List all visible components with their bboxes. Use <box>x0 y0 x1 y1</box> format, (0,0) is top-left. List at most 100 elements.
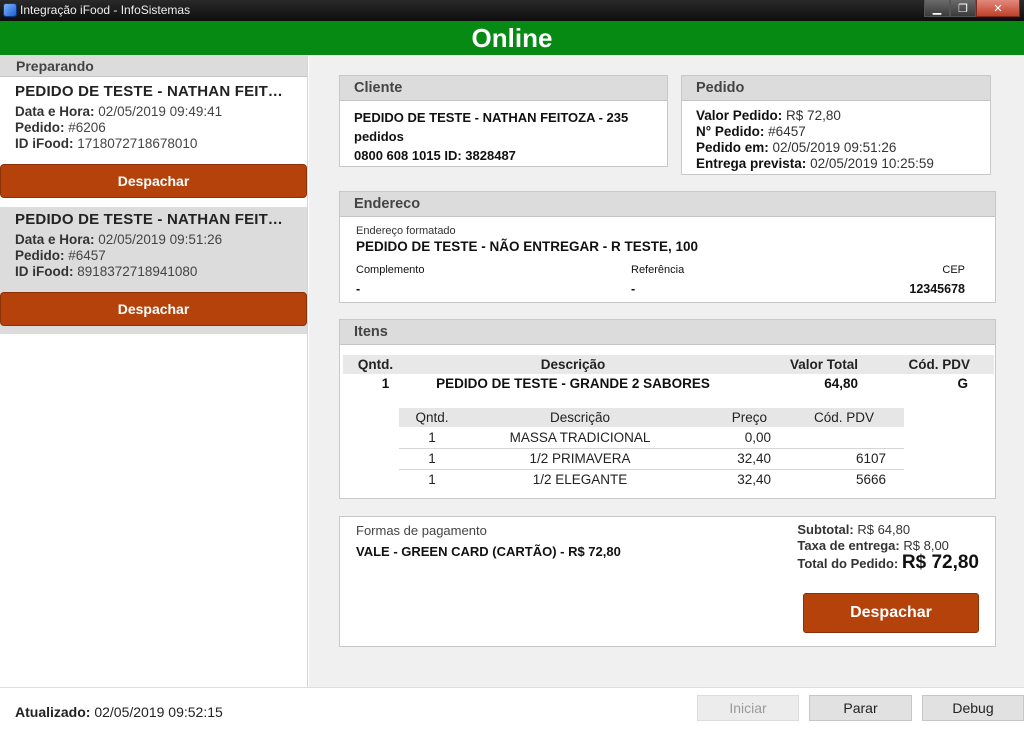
address-body: Endereço formatado PEDIDO DE TESTE - NÃO… <box>340 217 995 300</box>
client-panel: Cliente PEDIDO DE TESTE - NATHAN FEITOZA… <box>339 75 668 167</box>
order-title: PEDIDO DE TESTE - NATHAN FEITOZA <box>15 211 300 228</box>
debug-button[interactable]: Debug <box>922 695 1024 721</box>
order-totals: Subtotal: R$ 64,80 Taxa de entrega: R$ 8… <box>797 522 979 574</box>
order-datetime-label: Data e Hora: <box>15 104 95 119</box>
subtotal-line: Subtotal: R$ 64,80 <box>797 522 979 537</box>
order-number-detail-text: #6457 <box>768 124 806 139</box>
order-delivery: Entrega prevista: 02/05/2019 10:25:59 <box>696 156 976 172</box>
order-datetime-value: 02/05/2019 09:49:41 <box>98 104 223 119</box>
subtotal-label: Subtotal: <box>797 522 854 537</box>
order-detail-area: Cliente PEDIDO DE TESTE - NATHAN FEITOZA… <box>309 55 1024 687</box>
order-number-value: #6206 <box>68 120 106 135</box>
order-number-detail: N° Pedido: #6457 <box>696 124 976 140</box>
order-value-label: Valor Pedido: <box>696 108 783 123</box>
item-qty: 1 <box>381 376 390 391</box>
options-col-pdv: Cód. PDV <box>775 408 904 427</box>
close-icon[interactable]: ✕ <box>976 0 1020 17</box>
table-row[interactable]: 1 PEDIDO DE TESTE - GRANDE 2 SABORES 64,… <box>343 374 994 393</box>
order-delivery-label: Entrega prevista: <box>696 156 807 171</box>
window-controls: ▁ ❐ ✕ <box>924 0 1020 18</box>
stop-button[interactable]: Parar <box>809 695 912 721</box>
option-qty: 1 <box>428 472 436 488</box>
app-icon <box>3 3 17 17</box>
payment-panel: Formas de pagamento VALE - GREEN CARD (C… <box>339 516 996 647</box>
payment-method: VALE - GREEN CARD (CARTÃO) - R$ 72,80 <box>356 544 621 559</box>
order-ifood-id: ID iFood: 8918372718941080 <box>0 264 307 280</box>
items-col-total: Valor Total <box>738 355 858 374</box>
item-pdv: G <box>957 376 968 391</box>
window-title: Integração iFood - InfoSistemas <box>20 3 191 17</box>
last-updated-label: Atualizado: <box>15 704 91 720</box>
option-price: 32,40 <box>737 472 771 488</box>
items-col-pdv: Cód. PDV <box>858 355 994 374</box>
order-value: Valor Pedido: R$ 72,80 <box>696 108 976 124</box>
address-complement: Complemento - <box>356 264 424 296</box>
items-panel: Itens Qntd. Descrição Valor Total Cód. P… <box>339 319 996 499</box>
table-row[interactable]: 1 MASSA TRADICIONAL 0,00 <box>399 427 904 449</box>
window-title-bar: Integração iFood - InfoSistemas ▁ ❐ ✕ <box>0 0 1024 21</box>
address-details-row: Complemento - Referência - CEP 12345678 <box>356 264 965 300</box>
minimize-icon[interactable]: ▁ <box>924 0 950 17</box>
main-dispatch-button[interactable]: Despachar <box>803 593 979 633</box>
option-price: 0,00 <box>695 427 775 449</box>
address-complement-label: Complemento <box>356 264 425 276</box>
order-heading: Pedido <box>682 76 990 101</box>
address-reference-label: Referência <box>631 264 685 276</box>
status-footer: Atualizado: 02/05/2019 09:52:15 Iniciar … <box>0 687 1024 731</box>
last-updated: Atualizado: 02/05/2019 09:52:15 <box>15 704 223 720</box>
order-placed-text: 02/05/2019 09:51:26 <box>772 140 897 155</box>
order-delivery-text: 02/05/2019 10:25:59 <box>810 156 934 171</box>
order-body: Valor Pedido: R$ 72,80 N° Pedido: #6457 … <box>682 101 990 178</box>
order-datetime-value: 02/05/2019 09:51:26 <box>98 232 223 247</box>
order-number: Pedido: #6457 <box>0 248 307 264</box>
options-header-row: Qntd. Descrição Preço Cód. PDV <box>399 408 904 427</box>
dispatch-button[interactable]: Despachar <box>0 164 307 198</box>
table-row[interactable]: 1 1/2 ELEGANTE 32,40 5666 <box>399 469 904 490</box>
last-updated-value: 02/05/2019 09:52:15 <box>94 704 223 720</box>
start-button[interactable]: Iniciar <box>697 695 799 721</box>
dispatch-button[interactable]: Despachar <box>0 292 307 326</box>
total-line: Total do Pedido: R$ 72,80 <box>797 552 979 574</box>
order-datetime: Data e Hora: 02/05/2019 09:51:26 <box>0 232 307 248</box>
address-cep-label: CEP <box>942 264 965 276</box>
option-desc: MASSA TRADICIONAL <box>465 427 695 449</box>
order-card-selected[interactable]: PEDIDO DE TESTE - NATHAN FEITOZA Data e … <box>0 207 307 334</box>
delivery-fee-label: Taxa de entrega: <box>797 538 900 553</box>
option-price: 32,40 <box>695 448 775 470</box>
options-col-price: Preço <box>695 408 775 427</box>
options-col-desc: Descrição <box>465 408 695 427</box>
address-panel: Endereco Endereço formatado PEDIDO DE TE… <box>339 191 996 303</box>
order-placed-label: Pedido em: <box>696 140 769 155</box>
option-desc: 1/2 ELEGANTE <box>532 472 628 488</box>
delivery-fee-line: Taxa de entrega: R$ 8,00 <box>797 538 979 553</box>
address-formatted: PEDIDO DE TESTE - NÃO ENTREGAR - R TESTE… <box>356 239 699 254</box>
total-value: R$ 72,80 <box>901 552 979 573</box>
address-reference: Referência - <box>631 264 684 296</box>
address-cep-value: 12345678 <box>909 282 965 296</box>
payment-methods: Formas de pagamento VALE - GREEN CARD (C… <box>356 523 621 559</box>
client-name: PEDIDO DE TESTE - NATHAN FEITOZA - 235 p… <box>354 110 629 144</box>
order-number-label: Pedido: <box>15 120 65 135</box>
order-ifood-value: 1718072718678010 <box>77 136 198 151</box>
maximize-icon[interactable]: ❐ <box>950 0 976 17</box>
item-total: 64,80 <box>824 376 858 391</box>
sidebar-heading: Preparando <box>0 55 307 77</box>
option-pdv: 5666 <box>855 472 886 488</box>
delivery-fee-value: R$ 8,00 <box>903 538 949 553</box>
client-heading: Cliente <box>340 76 667 101</box>
item-options-table: Qntd. Descrição Preço Cód. PDV 1 MASSA T… <box>399 408 904 490</box>
order-datetime: Data e Hora: 02/05/2019 09:49:41 <box>0 104 307 120</box>
table-row[interactable]: 1 1/2 PRIMAVERA 32,40 6107 <box>399 448 904 470</box>
option-pdv <box>775 427 904 449</box>
client-phone: 0800 608 1015 ID: 3828487 <box>354 148 516 163</box>
items-col-qty: Qntd. <box>343 355 408 374</box>
order-number-label: Pedido: <box>15 248 65 263</box>
order-details: Data e Hora: 02/05/2019 09:51:26 Pedido:… <box>0 228 307 280</box>
order-ifood-id: ID iFood: 1718072718678010 <box>0 136 307 152</box>
items-heading: Itens <box>340 320 995 345</box>
order-card[interactable]: PEDIDO DE TESTE - NATHAN FEITOZA Data e … <box>0 77 307 198</box>
option-qty: 1 <box>399 448 465 470</box>
option-qty: 1 <box>399 427 465 449</box>
order-title: PEDIDO DE TESTE - NATHAN FEITOZA <box>15 83 300 100</box>
subtotal-value: R$ 64,80 <box>857 522 911 537</box>
